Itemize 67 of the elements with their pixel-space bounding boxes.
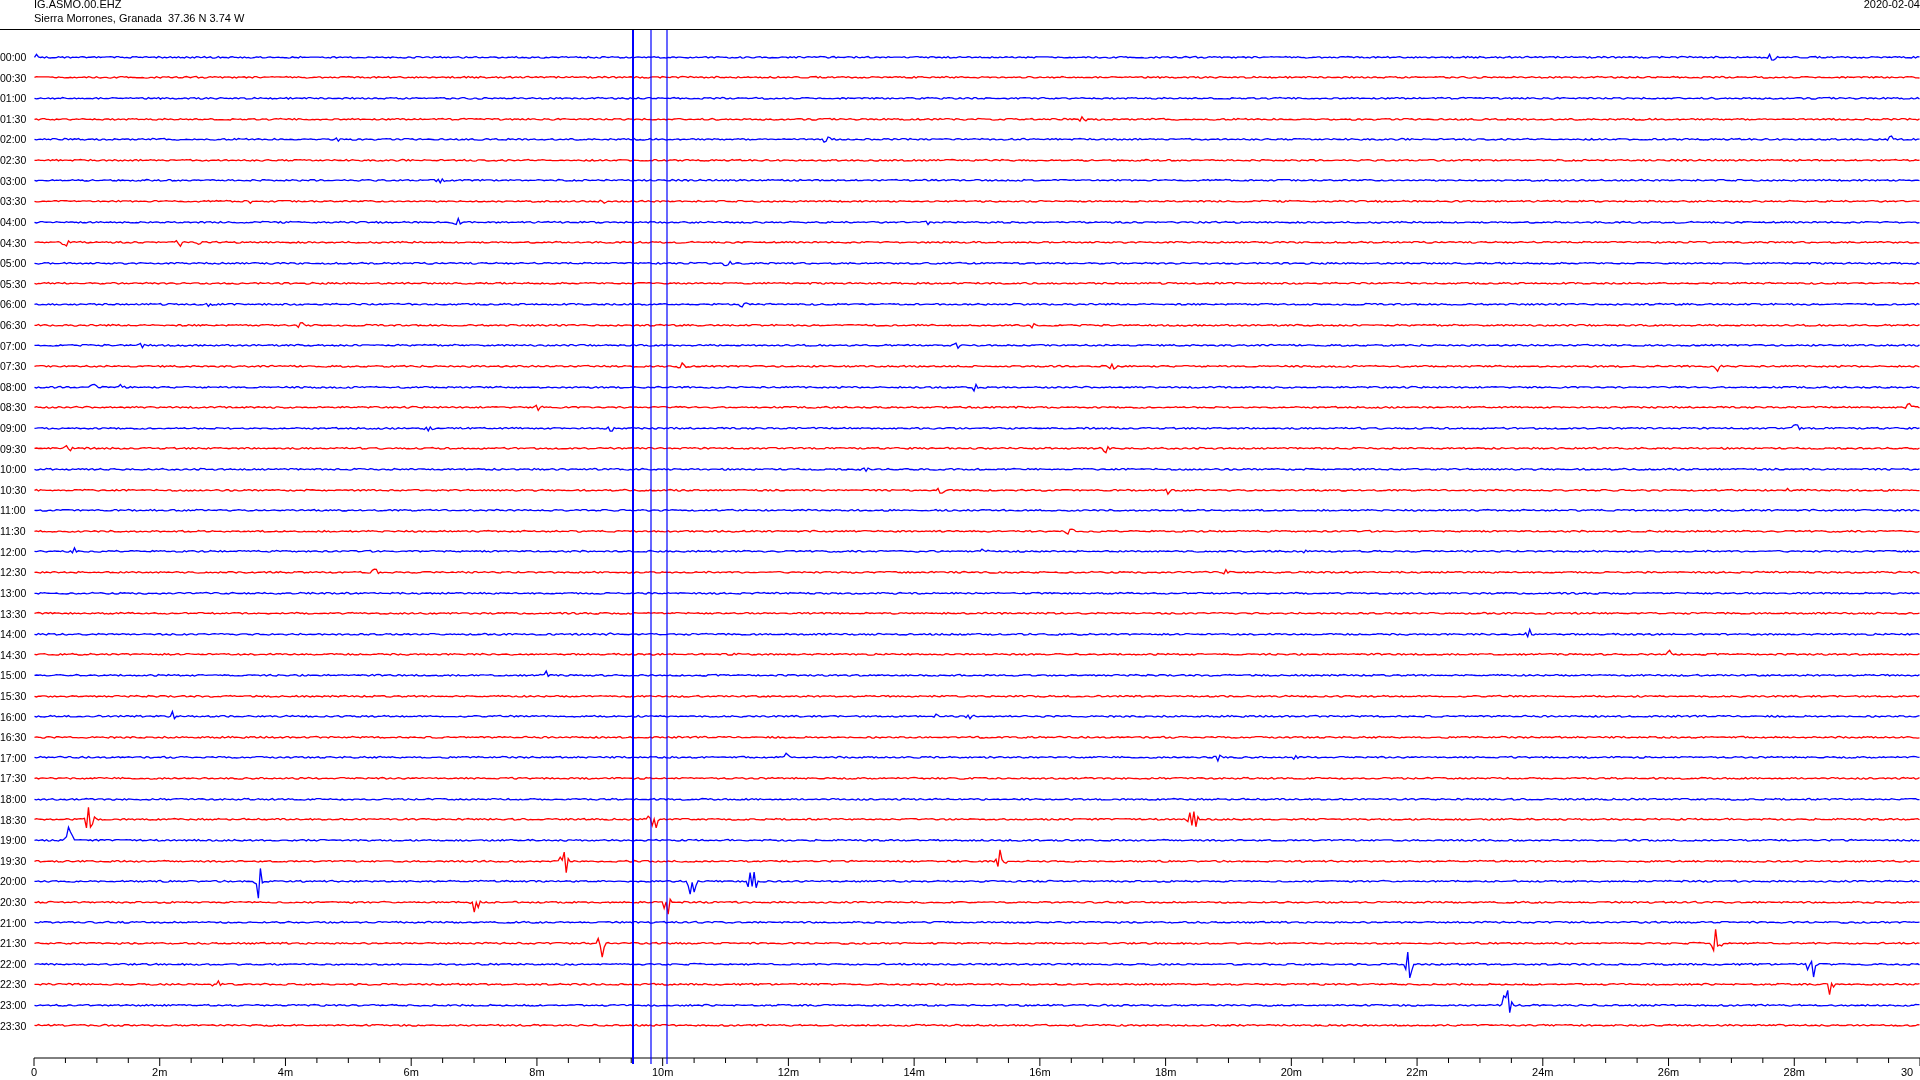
time-label: 05:00 (0, 257, 28, 270)
axis-tick-label: 10m (651, 1066, 674, 1078)
time-label: 00:00 (0, 51, 28, 64)
station-location: Sierra Morrones, Granada 37.36 N 3.74 W (34, 11, 245, 25)
axis-tick-label: 4m (277, 1066, 294, 1078)
axis-tick-label: 0 (30, 1066, 38, 1078)
time-label: 15:30 (0, 689, 28, 702)
axis-tick-label: 24m (1532, 1066, 1554, 1078)
time-label: 07:00 (0, 339, 28, 352)
time-label: 01:30 (0, 112, 28, 125)
axis-tick-label: 12m (777, 1066, 800, 1078)
time-label: 16:00 (0, 710, 28, 723)
axis-tick-label: 16m (1029, 1066, 1051, 1078)
axis-tick-label: 18m (1154, 1066, 1177, 1078)
time-label: 13:30 (0, 607, 28, 620)
time-label: 06:30 (0, 318, 28, 331)
time-label: 04:00 (0, 215, 28, 228)
time-label: 08:00 (0, 380, 28, 393)
time-label: 11:00 (0, 504, 27, 517)
time-label: 14:30 (0, 648, 28, 661)
axis-tick-label: 28m (1783, 1066, 1805, 1078)
time-label: 16:30 (0, 731, 28, 744)
axis-tick-label: 6m (403, 1066, 419, 1078)
time-label: 04:30 (0, 236, 28, 249)
time-label: 18:00 (0, 793, 28, 805)
time-label: 10:00 (0, 463, 28, 476)
axis-tick-label: 26m (1657, 1066, 1680, 1078)
time-label: 20:30 (0, 896, 28, 909)
time-label: 15:00 (0, 669, 28, 682)
time-label: 14:00 (0, 628, 28, 641)
time-label: 05:30 (0, 277, 28, 290)
time-label: 02:30 (0, 154, 28, 167)
time-label: 17:00 (0, 751, 28, 764)
time-label: 03:30 (0, 195, 28, 208)
time-label: 10:30 (0, 483, 28, 496)
time-label: 23:30 (0, 1019, 28, 1032)
time-label: 23:00 (0, 999, 28, 1012)
time-label: 09:00 (0, 422, 28, 434)
time-label: 01:00 (0, 92, 28, 105)
axis-tick-label: 22m (1406, 1066, 1428, 1078)
time-label: 00:30 (0, 71, 28, 84)
time-label: 06:00 (0, 298, 28, 311)
time-label: 12:30 (0, 566, 28, 579)
time-label: 03:00 (0, 174, 28, 187)
date-label: 2020-02-04 (1863, 0, 1920, 12)
station-code: IG.ASMO.00.EHZ (34, 0, 123, 11)
axis-tick-label: 30 (1900, 1066, 1914, 1078)
time-label: 18:30 (0, 813, 28, 826)
time-label: 11:30 (0, 525, 27, 538)
axis-tick-label: 8m (529, 1066, 545, 1078)
time-label: 02:00 (0, 133, 28, 146)
time-label: 09:30 (0, 442, 28, 455)
time-label: 17:30 (0, 772, 28, 785)
axis-tick-label: 2m (152, 1066, 168, 1078)
time-label: 22:00 (0, 957, 28, 970)
time-label: 21:30 (0, 937, 28, 950)
time-label: 19:30 (0, 854, 28, 867)
time-label: 22:30 (0, 978, 28, 991)
axis-tick-label: 14m (903, 1066, 925, 1078)
time-label: 08:30 (0, 401, 28, 414)
time-label: 07:30 (0, 360, 28, 373)
time-label: 21:00 (0, 916, 28, 929)
time-label: 13:00 (0, 586, 28, 599)
time-label: 12:00 (0, 545, 28, 558)
time-label: 19:00 (0, 834, 28, 847)
axis-tick-label: 20m (1280, 1066, 1303, 1078)
time-label: 20:00 (0, 875, 28, 888)
